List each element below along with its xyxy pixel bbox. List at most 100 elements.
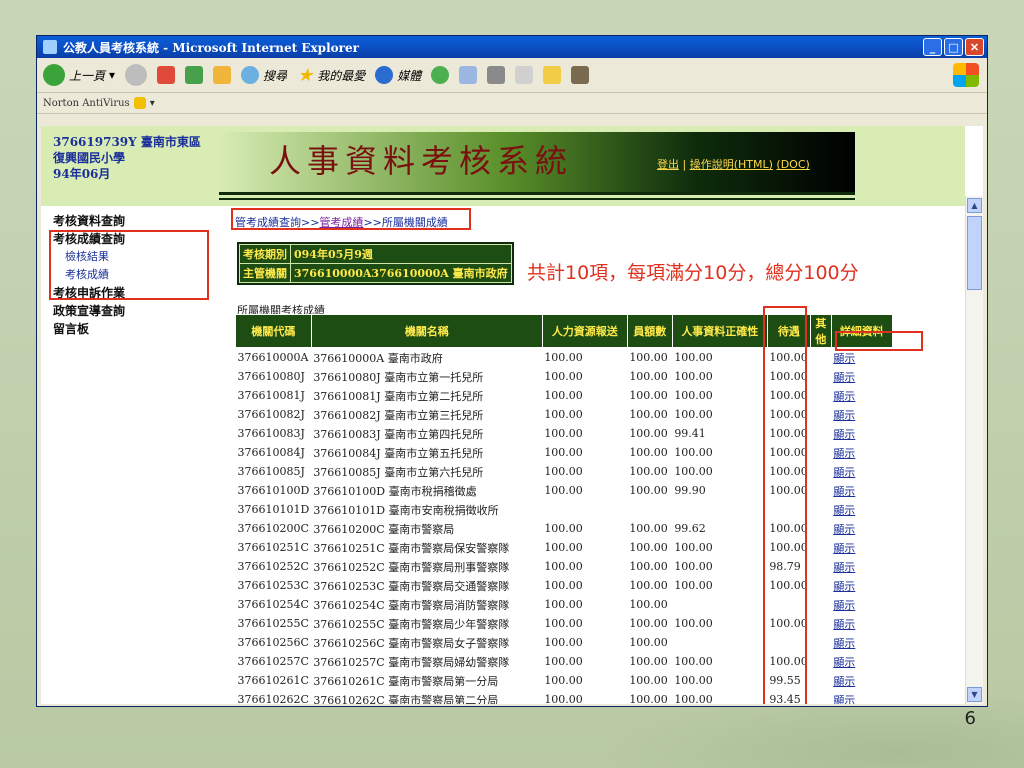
show-detail-link[interactable]: 顯示 bbox=[831, 633, 892, 652]
cell-staff bbox=[627, 500, 672, 519]
cell-accuracy: 100.00 bbox=[674, 389, 713, 402]
cell-code: 376610261C bbox=[237, 674, 309, 687]
forward-arrow-icon[interactable] bbox=[125, 64, 148, 86]
school-info: 376619739Y 臺南市東區 復興國民小學 94年06月 bbox=[53, 134, 201, 182]
folder-icon[interactable] bbox=[543, 66, 562, 84]
cell-staff: 100.00 bbox=[629, 522, 668, 535]
show-detail-link[interactable]: 顯示 bbox=[831, 690, 892, 705]
show-detail-link[interactable]: 顯示 bbox=[831, 367, 892, 386]
show-detail-link[interactable]: 顯示 bbox=[831, 424, 892, 443]
cell-name: 376610255C 臺南市警察局少年警察隊 bbox=[313, 617, 510, 631]
show-detail-link[interactable]: 顯示 bbox=[831, 405, 892, 424]
cell-staff: 100.00 bbox=[629, 408, 668, 421]
show-detail-link[interactable]: 顯示 bbox=[831, 462, 892, 481]
cell-accuracy: 100.00 bbox=[674, 446, 713, 459]
system-title: 人事資料考核系統 bbox=[269, 142, 574, 180]
header-name: 機關名稱 bbox=[310, 314, 543, 348]
title-bar[interactable]: 公教人員考核系統 - Microsoft Internet Explorer _… bbox=[37, 36, 987, 58]
breadcrumb-highlight-box bbox=[231, 208, 471, 230]
cell-accuracy: 99.41 bbox=[674, 427, 706, 440]
cell-accuracy: 100.00 bbox=[674, 408, 713, 421]
cell-hr-report: 100.00 bbox=[544, 693, 583, 704]
cell-hr-report: 100.00 bbox=[544, 351, 583, 364]
window-title: 公教人員考核系統 - Microsoft Internet Explorer bbox=[63, 40, 359, 55]
cell-hr-report bbox=[542, 500, 627, 519]
star-icon: ★ bbox=[297, 64, 314, 86]
close-button[interactable]: ✕ bbox=[965, 38, 984, 56]
scroll-down-icon[interactable]: ▼ bbox=[967, 687, 982, 702]
cell-name: 376610085J 臺南市立第六托兒所 bbox=[313, 465, 484, 479]
help-doc-link[interactable]: (DOC) bbox=[776, 158, 809, 171]
cell-code: 376610251C bbox=[237, 541, 309, 554]
banner-line bbox=[219, 192, 855, 195]
favorites-button[interactable]: ★ 我的最愛 bbox=[297, 65, 365, 86]
show-detail-link[interactable]: 顯示 bbox=[831, 576, 892, 595]
cell-code: 376610262C bbox=[237, 693, 309, 704]
windows-logo-icon bbox=[953, 63, 979, 87]
show-detail-link[interactable]: 顯示 bbox=[831, 652, 892, 671]
toolbar: 上一頁 ▾ 搜尋 ★ 我的最愛 媒體 bbox=[37, 58, 987, 93]
cell-name: 376610080J 臺南市立第一托兒所 bbox=[313, 370, 484, 384]
stop-icon[interactable] bbox=[157, 66, 176, 84]
show-detail-link[interactable]: 顯示 bbox=[831, 386, 892, 405]
media-icon bbox=[375, 66, 394, 84]
cell-accuracy bbox=[672, 500, 767, 519]
cell-staff: 100.00 bbox=[629, 560, 668, 573]
minimize-button[interactable]: _ bbox=[923, 38, 942, 56]
show-detail-link[interactable]: 顯示 bbox=[831, 500, 892, 519]
cell-other bbox=[810, 500, 831, 519]
show-detail-link[interactable]: 顯示 bbox=[831, 519, 892, 538]
cell-accuracy: 100.00 bbox=[674, 579, 713, 592]
sidebar-item-data-query[interactable]: 考核資料查詢 bbox=[53, 212, 125, 230]
show-detail-link[interactable]: 顯示 bbox=[831, 481, 892, 500]
cell-staff: 100.00 bbox=[629, 484, 668, 497]
show-detail-link[interactable]: 顯示 bbox=[831, 538, 892, 557]
maximize-button[interactable]: □ bbox=[944, 38, 963, 56]
show-detail-link[interactable]: 顯示 bbox=[831, 557, 892, 576]
show-detail-link[interactable]: 顯示 bbox=[831, 595, 892, 614]
media-button[interactable]: 媒體 bbox=[375, 66, 421, 84]
show-detail-link[interactable]: 顯示 bbox=[831, 671, 892, 690]
cell-hr-report: 100.00 bbox=[544, 655, 583, 668]
print-icon[interactable] bbox=[487, 66, 506, 84]
cell-code: 376610200C bbox=[237, 522, 309, 535]
norton-icon[interactable] bbox=[133, 97, 146, 109]
sidebar-item-policy[interactable]: 政策宣導查詢 bbox=[53, 302, 125, 320]
scroll-up-icon[interactable]: ▲ bbox=[967, 198, 982, 213]
cell-staff: 100.00 bbox=[629, 389, 668, 402]
period-label: 考核期別 bbox=[239, 244, 291, 264]
logout-link[interactable]: 登出 bbox=[657, 158, 679, 171]
scroll-thumb[interactable] bbox=[967, 216, 982, 290]
cell-name: 376610082J 臺南市立第三托兒所 bbox=[313, 408, 484, 422]
header-hr-report: 人力資源報送 bbox=[541, 314, 628, 348]
edit-icon[interactable] bbox=[515, 66, 534, 84]
help-html-link[interactable]: 操作說明(HTML) bbox=[690, 158, 773, 171]
show-detail-link[interactable]: 顯示 bbox=[831, 443, 892, 462]
cell-hr-report: 100.00 bbox=[544, 484, 583, 497]
history-icon[interactable] bbox=[431, 66, 450, 84]
cell-name: 376610000A 臺南市政府 bbox=[313, 351, 443, 365]
cell-code: 376610253C bbox=[237, 579, 309, 592]
cell-code: 376610257C bbox=[237, 655, 309, 668]
home-icon[interactable] bbox=[213, 66, 232, 84]
cell-name: 376610084J 臺南市立第五托兒所 bbox=[313, 446, 484, 460]
research-icon[interactable] bbox=[571, 66, 590, 84]
back-label: 上一頁 bbox=[69, 68, 106, 83]
cell-other bbox=[810, 386, 831, 405]
cell-accuracy: 100.00 bbox=[674, 655, 713, 668]
sidebar-item-message-board[interactable]: 留言板 bbox=[53, 320, 125, 338]
cell-other bbox=[810, 652, 831, 671]
cell-hr-report: 100.00 bbox=[544, 636, 583, 649]
vertical-scrollbar[interactable]: ▲ ▼ bbox=[965, 196, 983, 704]
refresh-icon[interactable] bbox=[185, 66, 204, 84]
cell-staff: 100.00 bbox=[629, 693, 668, 704]
mail-icon[interactable] bbox=[459, 66, 478, 84]
search-icon bbox=[241, 66, 260, 84]
cell-hr-report: 100.00 bbox=[544, 427, 583, 440]
search-button[interactable]: 搜尋 bbox=[241, 66, 287, 84]
banner-links: 登出 | 操作說明(HTML) (DOC) bbox=[657, 156, 810, 172]
back-button[interactable]: 上一頁 ▾ bbox=[43, 64, 115, 86]
norton-label: Norton AntiVirus bbox=[43, 97, 130, 109]
show-detail-link[interactable]: 顯示 bbox=[831, 614, 892, 633]
cell-hr-report: 100.00 bbox=[544, 617, 583, 630]
